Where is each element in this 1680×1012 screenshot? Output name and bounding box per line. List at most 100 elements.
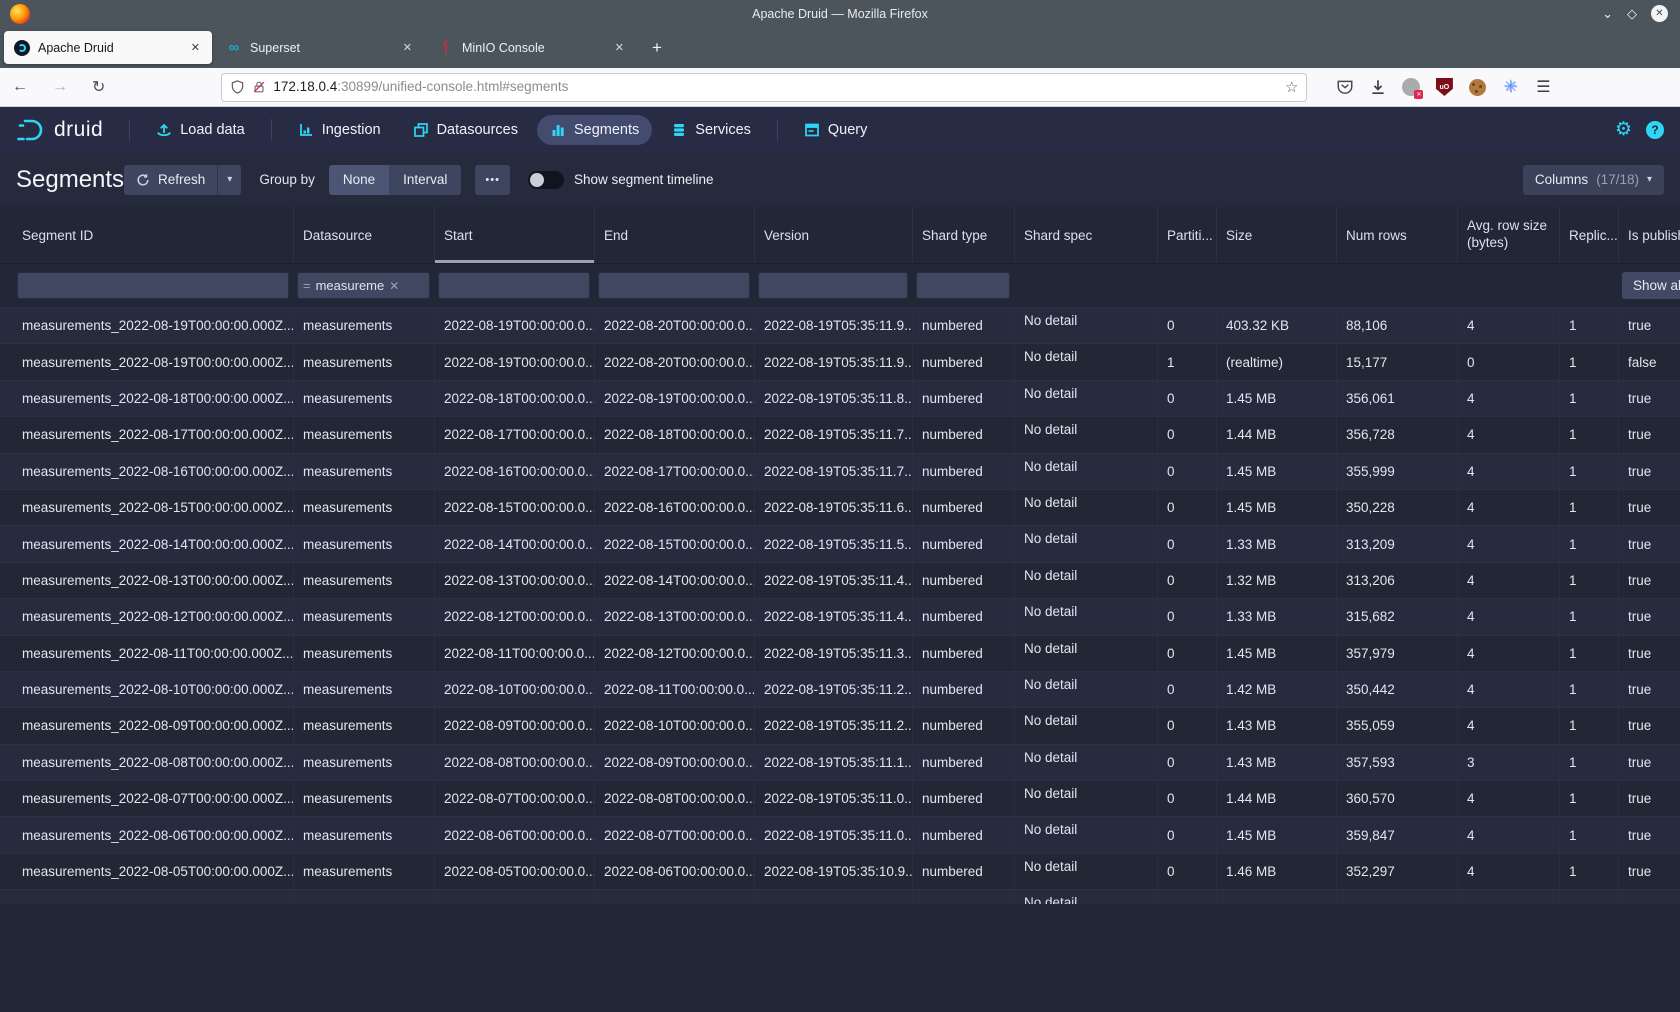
- table-row[interactable]: measurements_2022-08-07T00:00:00.000Z...…: [0, 781, 1680, 817]
- filter-input-3[interactable]: [598, 272, 750, 299]
- cell-9: 313,206: [1336, 563, 1457, 598]
- cookie-extension-icon[interactable]: [1465, 75, 1489, 99]
- maximize-icon[interactable]: ◇: [1627, 6, 1637, 22]
- column-header-0[interactable]: Segment ID: [13, 207, 293, 263]
- back-button[interactable]: ←: [0, 78, 40, 96]
- minimize-icon[interactable]: ⌄: [1602, 6, 1613, 22]
- ublock-icon[interactable]: uO: [1432, 75, 1456, 99]
- filter-input-4[interactable]: [758, 272, 908, 299]
- table-row[interactable]: measurements_2022-08-19T00:00:00.000Z...…: [0, 308, 1680, 344]
- column-header-12[interactable]: Is published: [1618, 207, 1680, 263]
- table-row[interactable]: measurements_2022-08-17T00:00:00.000Z...…: [0, 417, 1680, 453]
- filter-cell-5: [912, 264, 1014, 307]
- bookmark-star-icon[interactable]: ☆: [1285, 78, 1298, 96]
- insecure-lock-icon[interactable]: [252, 79, 266, 95]
- divider: [271, 119, 272, 141]
- tab-superset[interactable]: ∞ Superset ✕: [216, 31, 424, 64]
- tab-close-icon[interactable]: ✕: [187, 39, 204, 56]
- filter-input-0[interactable]: [17, 272, 289, 299]
- table-row[interactable]: measurements_2022-08-09T00:00:00.000Z...…: [0, 708, 1680, 744]
- nav-item-datasources[interactable]: Datasources: [400, 115, 531, 145]
- table-row[interactable]: measurements_2022-08-08T00:00:00.000Z...…: [0, 745, 1680, 781]
- table-row[interactable]: measurements_2022-08-14T00:00:00.000Z...…: [0, 526, 1680, 562]
- cell-0: measurements_2022-08-13T00:00:00.000Z...: [13, 563, 293, 598]
- cell-6: No detail: [1014, 708, 1157, 743]
- table-row[interactable]: measurements_2022-08-16T00:00:00.000Z...…: [0, 454, 1680, 490]
- pocket-icon[interactable]: [1333, 75, 1357, 99]
- reload-button[interactable]: ↻: [80, 77, 117, 97]
- cell-5: numbered: [912, 817, 1014, 852]
- services-icon: [671, 122, 687, 138]
- cell-3: 2022-08-08T00:00:00.0...: [594, 781, 754, 816]
- nav-item-ingestion[interactable]: Ingestion: [285, 115, 394, 145]
- url-bar[interactable]: 172.18.0.4:30899/unified-console.html#se…: [221, 73, 1307, 102]
- column-header-2[interactable]: Start: [434, 207, 594, 263]
- cell-4: 2022-08-19T05:35:11.2...: [754, 708, 912, 743]
- group-by-interval-button[interactable]: Interval: [389, 165, 461, 195]
- show-all-button[interactable]: Show all: [1622, 272, 1680, 299]
- table-row[interactable]: measurements_2022-08-10T00:00:00.000Z...…: [0, 672, 1680, 708]
- table-row[interactable]: measurements_2022-08-15T00:00:00.000Z...…: [0, 490, 1680, 526]
- page-header: Segments Refresh ▾ Group by None Interva…: [0, 152, 1680, 207]
- table-row[interactable]: measurements_2022-08-13T00:00:00.000Z...…: [0, 563, 1680, 599]
- cell-11: 1: [1559, 817, 1618, 852]
- column-header-1[interactable]: Datasource: [293, 207, 434, 263]
- table-row[interactable]: measurements_2022-08-11T00:00:00.000Z...…: [0, 636, 1680, 672]
- table-row[interactable]: measurements_2022-08-12T00:00:00.000Z...…: [0, 599, 1680, 635]
- menu-hamburger-icon[interactable]: ☰: [1531, 75, 1555, 99]
- tab-close-icon[interactable]: ✕: [611, 39, 628, 56]
- cell-2: 2022-08-09T00:00:00.0...: [434, 708, 594, 743]
- column-header-5[interactable]: Shard type: [912, 207, 1014, 263]
- column-header-8[interactable]: Size: [1216, 207, 1336, 263]
- settings-gear-icon[interactable]: ⚙: [1615, 118, 1632, 141]
- filter-input-2[interactable]: [438, 272, 590, 299]
- cell-12: true: [1618, 745, 1680, 780]
- table-row[interactable]: measurements_2022-08-06T00:00:00.000Z...…: [0, 817, 1680, 853]
- column-header-11[interactable]: Replic...: [1559, 207, 1618, 263]
- tab-minio-console[interactable]: MinIO Console ✕: [428, 31, 636, 64]
- superset-favicon-icon: ∞: [226, 40, 242, 56]
- table-row[interactable]: No detail: [0, 890, 1680, 904]
- column-header-7[interactable]: Partiti...: [1157, 207, 1216, 263]
- extension-asterisk-icon[interactable]: ✳: [1498, 75, 1522, 99]
- filter-cell-3: [594, 264, 754, 307]
- tracking-shield-icon[interactable]: [230, 79, 245, 95]
- nav-item-services[interactable]: Services: [658, 115, 764, 145]
- group-by-none-button[interactable]: None: [329, 165, 389, 195]
- nav-item-load-data[interactable]: Load data: [143, 115, 258, 145]
- druid-logo[interactable]: druid: [0, 117, 119, 143]
- downloads-icon[interactable]: [1366, 75, 1390, 99]
- column-header-6[interactable]: Shard spec: [1014, 207, 1157, 263]
- columns-button[interactable]: Columns (17/18) ▾: [1523, 165, 1664, 195]
- cell-1: measurements: [293, 490, 434, 525]
- cell-10: [1457, 890, 1559, 904]
- tab-apache-druid[interactable]: Apache Druid ✕: [4, 31, 212, 64]
- more-options-button[interactable]: •••: [475, 165, 510, 195]
- extension-icon[interactable]: [1399, 75, 1423, 99]
- refresh-button[interactable]: Refresh: [124, 165, 217, 195]
- table-row[interactable]: measurements_2022-08-05T00:00:00.000Z...…: [0, 854, 1680, 890]
- table-row[interactable]: measurements_2022-08-18T00:00:00.000Z...…: [0, 381, 1680, 417]
- nav-item-query[interactable]: Query: [791, 115, 881, 145]
- close-icon[interactable]: ✕: [1651, 5, 1668, 22]
- forward-button[interactable]: →: [40, 78, 80, 96]
- column-header-9[interactable]: Num rows: [1336, 207, 1457, 263]
- column-header-10[interactable]: Avg. row size (bytes): [1457, 207, 1559, 263]
- new-tab-button[interactable]: +: [640, 38, 674, 58]
- refresh-dropdown-button[interactable]: ▾: [217, 165, 241, 195]
- cell-4: [754, 890, 912, 904]
- table-row[interactable]: measurements_2022-08-19T00:00:00.000Z...…: [0, 344, 1680, 380]
- filter-input-5[interactable]: [916, 272, 1010, 299]
- column-header-4[interactable]: Version: [754, 207, 912, 263]
- cell-7: 0: [1157, 817, 1216, 852]
- column-header-3[interactable]: End: [594, 207, 754, 263]
- cell-3: 2022-08-09T00:00:00.0...: [594, 745, 754, 780]
- tab-close-icon[interactable]: ✕: [399, 39, 416, 56]
- segment-timeline-toggle[interactable]: [528, 171, 564, 189]
- filter-cell-10: [1457, 264, 1559, 307]
- remove-filter-icon[interactable]: ✕: [389, 279, 399, 293]
- cell-2: 2022-08-10T00:00:00.0...: [434, 672, 594, 707]
- nav-item-segments[interactable]: Segments: [537, 115, 652, 145]
- help-icon[interactable]: ?: [1646, 121, 1664, 139]
- filter-input-1[interactable]: =measureme✕: [297, 272, 430, 299]
